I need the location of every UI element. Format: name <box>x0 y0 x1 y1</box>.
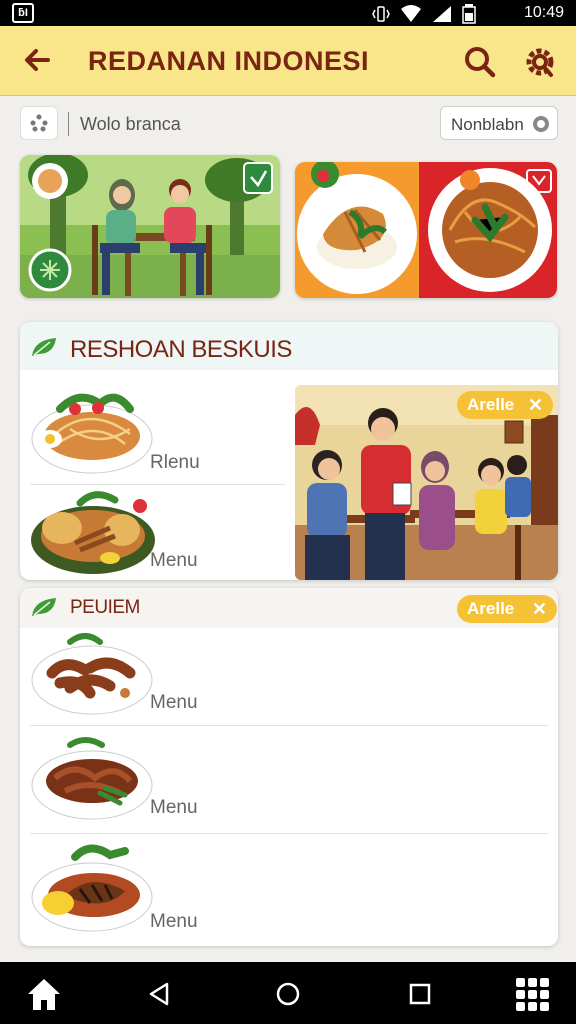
page-title: REDANAN INDONESI <box>88 46 370 76</box>
filter-icon <box>30 114 48 132</box>
fish-plate-image <box>31 844 153 932</box>
review-section: PEUIEM Arelle ✕ Menu Menu Menu <box>20 588 558 946</box>
menu-label: Menu <box>150 550 198 571</box>
apps-grid-icon[interactable] <box>512 974 552 1014</box>
status-time: 10:49 <box>523 4 564 21</box>
satay-plate-image <box>31 633 153 715</box>
vibrate-icon <box>372 6 390 22</box>
filter-button[interactable] <box>20 106 58 140</box>
dishes-illustration <box>295 162 557 298</box>
chip-label: Arelle <box>467 395 515 414</box>
recommend-section: RESHOAN BESKUIS Rlenu Menu Arelle ✕ <box>20 322 558 580</box>
section-title: PEUIEM <box>70 597 140 618</box>
divider <box>30 725 548 726</box>
status-chip[interactable]: Arelle ✕ <box>457 391 553 419</box>
app-logo-icon: ƃI <box>12 3 34 23</box>
menu-label: Rlenu <box>150 452 200 473</box>
search-icon[interactable] <box>460 42 500 82</box>
toggle-button[interactable]: Nonblabn <box>440 106 558 140</box>
arrow-left-icon[interactable] <box>18 40 58 80</box>
menu-label: Menu <box>150 797 198 818</box>
recents-icon[interactable] <box>400 974 440 1014</box>
divider <box>30 484 285 485</box>
menu-label: Menu <box>150 692 198 713</box>
section-header: PEUIEM Arelle ✕ <box>20 588 558 628</box>
dining-illustration <box>20 155 280 298</box>
status-chip[interactable]: Arelle ✕ <box>457 595 557 623</box>
toggle-label: Nonblabn <box>451 115 524 134</box>
restaurant-scene-image[interactable]: Arelle ✕ <box>295 385 558 580</box>
section-header: RESHOAN BESKUIS <box>20 322 558 370</box>
home-icon[interactable] <box>24 974 64 1014</box>
gear-icon[interactable] <box>520 42 560 82</box>
divider <box>68 112 69 136</box>
hero-card-dishes[interactable] <box>295 162 557 298</box>
navigation-bar <box>0 962 576 1024</box>
status-icons <box>372 4 476 24</box>
divider <box>30 833 548 834</box>
list-item[interactable]: Rlenu <box>30 384 295 484</box>
close-icon[interactable]: ✕ <box>532 595 547 623</box>
list-item[interactable]: Menu <box>30 733 548 829</box>
menu-label: Menu <box>150 911 198 932</box>
home-circle-icon[interactable] <box>268 974 308 1014</box>
filter-row: Wolo branca Nonblabn <box>20 106 558 142</box>
radio-icon <box>533 116 549 132</box>
beef-plate-image <box>31 737 153 820</box>
signal-icon <box>433 6 451 22</box>
wifi-icon <box>401 5 421 22</box>
hero-card-dining[interactable] <box>20 155 280 298</box>
battery-icon <box>462 4 476 24</box>
list-item[interactable]: Menu <box>30 628 548 724</box>
close-icon[interactable]: ✕ <box>528 391 543 419</box>
list-item[interactable]: Menu <box>30 488 295 578</box>
filter-label: Wolo branca <box>80 114 181 134</box>
app-bar: REDANAN INDONESI <box>0 26 576 96</box>
list-item[interactable]: Menu <box>30 841 548 941</box>
leaf-icon <box>32 338 56 356</box>
section-title: RESHOAN BESKUIS <box>70 336 292 363</box>
status-bar: ƃI 10:49 <box>0 0 576 26</box>
leaf-icon <box>32 598 56 616</box>
chip-label: Arelle <box>467 599 515 618</box>
curry-bowl-image <box>31 491 155 574</box>
back-icon[interactable] <box>140 974 180 1014</box>
noodle-plate-image <box>31 393 153 474</box>
